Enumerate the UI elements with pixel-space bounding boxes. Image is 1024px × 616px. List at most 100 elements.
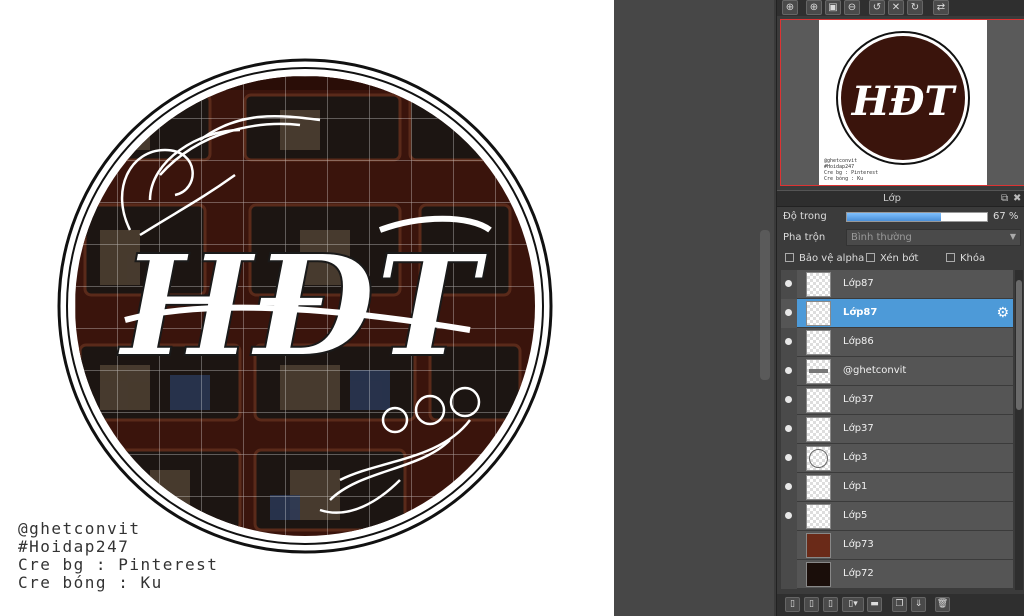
new-layer-dropdown-icon[interactable]: ▯▾ — [842, 597, 864, 612]
layer-panel-header: Lớp ⧉ ✖ — [777, 190, 1024, 207]
visibility-toggle[interactable] — [781, 299, 797, 328]
layer-row[interactable]: Lớp87 ⚙ — [781, 299, 1013, 328]
layer-name: Lớp37 — [843, 423, 874, 434]
lock-label: Khóa — [960, 253, 986, 264]
new-folder-icon[interactable]: ▬ — [867, 597, 882, 612]
layer-thumbnail — [806, 359, 831, 384]
rotate-left-icon[interactable]: ↺ — [869, 0, 885, 15]
svg-text:Cre bóng : Ku: Cre bóng : Ku — [824, 175, 863, 182]
navigator-thumbnail: HĐT @ghetconvit #Hoidap247 Cre bg : Pint… — [824, 31, 970, 182]
credit-line: Cre bg : Pinterest — [18, 555, 219, 574]
svg-text:HĐT: HĐT — [851, 78, 958, 125]
clipping-checkbox[interactable]: Xén bớt — [866, 253, 918, 264]
layer-toolbar: ▯ ▯ ▯ ▯▾ ▬ ❐ ⇓ 🗑 — [777, 594, 1024, 616]
layer-row[interactable]: Lớp86 — [781, 328, 1013, 357]
reset-rotation-icon[interactable]: ✕ — [888, 0, 904, 15]
lock-checkbox[interactable]: Khóa — [946, 253, 985, 264]
eye-icon — [785, 483, 792, 490]
eye-icon — [785, 454, 792, 461]
blend-mode-value: Bình thường — [851, 232, 912, 243]
close-icon[interactable]: ✖ — [1013, 193, 1021, 204]
checkbox-icon — [866, 253, 875, 262]
blend-mode-select[interactable]: Bình thường ▼ — [846, 229, 1021, 246]
layer-name: @ghetconvit — [843, 365, 907, 376]
right-panel: ⊕ ⊕ ▣ ⊖ ↺ ✕ ↻ ⇄ HĐT @ghetconvit #Hoidap2… — [776, 0, 1024, 616]
opacity-label: Độ trong — [783, 211, 827, 222]
navigator-preview[interactable]: HĐT @ghetconvit #Hoidap247 Cre bg : Pint… — [780, 19, 1024, 186]
layer-thumbnail — [806, 388, 831, 413]
zoom-fit-icon[interactable]: ⊕ — [782, 0, 798, 15]
layer-list-scrollbar[interactable] — [1015, 270, 1023, 590]
opacity-value: 67 % — [993, 211, 1019, 222]
drawing-canvas[interactable]: HĐT @ghetconvit #Hoidap247 Cre bg : Pint… — [0, 0, 614, 616]
visibility-toggle[interactable] — [781, 357, 797, 386]
flip-icon[interactable]: ⇄ — [933, 0, 949, 15]
eye-icon — [785, 512, 792, 519]
layer-thumbnail — [806, 504, 831, 529]
layer-thumbnail — [806, 301, 831, 326]
layer-settings-gear-icon[interactable]: ⚙ — [996, 305, 1009, 321]
visibility-toggle[interactable] — [781, 531, 797, 560]
layer-name: Lớp5 — [843, 510, 868, 521]
opacity-slider[interactable] — [846, 212, 988, 222]
credit-line: @ghetconvit — [18, 519, 141, 538]
canvas-scrollbar[interactable] — [760, 230, 770, 380]
zoom-out-icon[interactable]: ⊖ — [844, 0, 860, 15]
layer-list: Lớp87 Lớp87 ⚙ Lớp86 @ghetconvit Lớp37 Lớp37 Lớp… — [781, 270, 1013, 590]
layer-row[interactable]: Lớp37 — [781, 386, 1013, 415]
layer-row[interactable]: Lớp5 — [781, 502, 1013, 531]
layer-name: Lớp87 — [843, 307, 878, 318]
layer-row[interactable]: Lớp1 — [781, 473, 1013, 502]
layer-row[interactable]: Lớp73 — [781, 531, 1013, 560]
visibility-toggle[interactable] — [781, 386, 797, 415]
checkbox-icon — [785, 253, 794, 262]
layer-thumbnail — [806, 475, 831, 500]
visibility-toggle[interactable] — [781, 502, 797, 531]
fit-window-icon[interactable]: ▣ — [825, 0, 841, 15]
visibility-toggle[interactable] — [781, 444, 797, 473]
layer-row[interactable]: Lớp87 — [781, 270, 1013, 299]
layer-thumbnail — [806, 446, 831, 471]
scrollbar-thumb[interactable] — [1016, 280, 1022, 410]
visibility-toggle[interactable] — [781, 473, 797, 502]
new-layer-8bit-icon[interactable]: ▯ — [804, 597, 819, 612]
duplicate-layer-icon[interactable]: ❐ — [892, 597, 907, 612]
zoom-in-icon[interactable]: ⊕ — [806, 0, 822, 15]
layer-row[interactable]: Lớp37 — [781, 415, 1013, 444]
layer-name: Lớp37 — [843, 394, 874, 405]
clipping-label: Xén bớt — [880, 253, 919, 264]
eye-icon — [785, 425, 792, 432]
canvas-gutter — [614, 0, 774, 616]
layer-name: Lớp86 — [843, 336, 874, 347]
layer-row[interactable]: @ghetconvit — [781, 357, 1013, 386]
layer-panel-title: Lớp — [882, 193, 902, 204]
rotate-right-icon[interactable]: ↻ — [907, 0, 923, 15]
protect-alpha-checkbox[interactable]: Bảo vệ alpha — [785, 253, 864, 264]
new-layer-1bit-icon[interactable]: ▯ — [823, 597, 838, 612]
navigator-toolbar: ⊕ ⊕ ▣ ⊖ ↺ ✕ ↻ ⇄ — [777, 0, 1024, 16]
layer-thumbnail — [806, 272, 831, 297]
layer-name: Lớp1 — [843, 481, 868, 492]
layer-name: Lớp87 — [843, 278, 874, 289]
visibility-toggle[interactable] — [781, 560, 797, 589]
visibility-toggle[interactable] — [781, 328, 797, 357]
new-layer-icon[interactable]: ▯ — [785, 597, 800, 612]
protect-alpha-label: Bảo vệ alpha — [799, 253, 865, 264]
eye-icon — [785, 309, 792, 316]
layer-thumbnail — [806, 533, 831, 558]
navigator-page: HĐT @ghetconvit #Hoidap247 Cre bg : Pint… — [819, 20, 987, 185]
layer-thumbnail — [806, 562, 831, 587]
layer-row[interactable]: Lớp3 — [781, 444, 1013, 473]
layer-name: Lớp73 — [843, 539, 874, 550]
layer-thumbnail — [806, 330, 831, 355]
checkbox-icon — [946, 253, 955, 262]
eye-icon — [785, 396, 792, 403]
chevron-down-icon: ▼ — [1009, 232, 1016, 241]
merge-layer-icon[interactable]: ⇓ — [911, 597, 926, 612]
visibility-toggle[interactable] — [781, 270, 797, 299]
layer-row[interactable]: Lớp72 — [781, 560, 1013, 589]
delete-layer-icon[interactable]: 🗑 — [935, 597, 950, 612]
blend-label: Pha trộn — [783, 232, 826, 243]
detach-icon[interactable]: ⧉ — [1001, 193, 1008, 204]
visibility-toggle[interactable] — [781, 415, 797, 444]
